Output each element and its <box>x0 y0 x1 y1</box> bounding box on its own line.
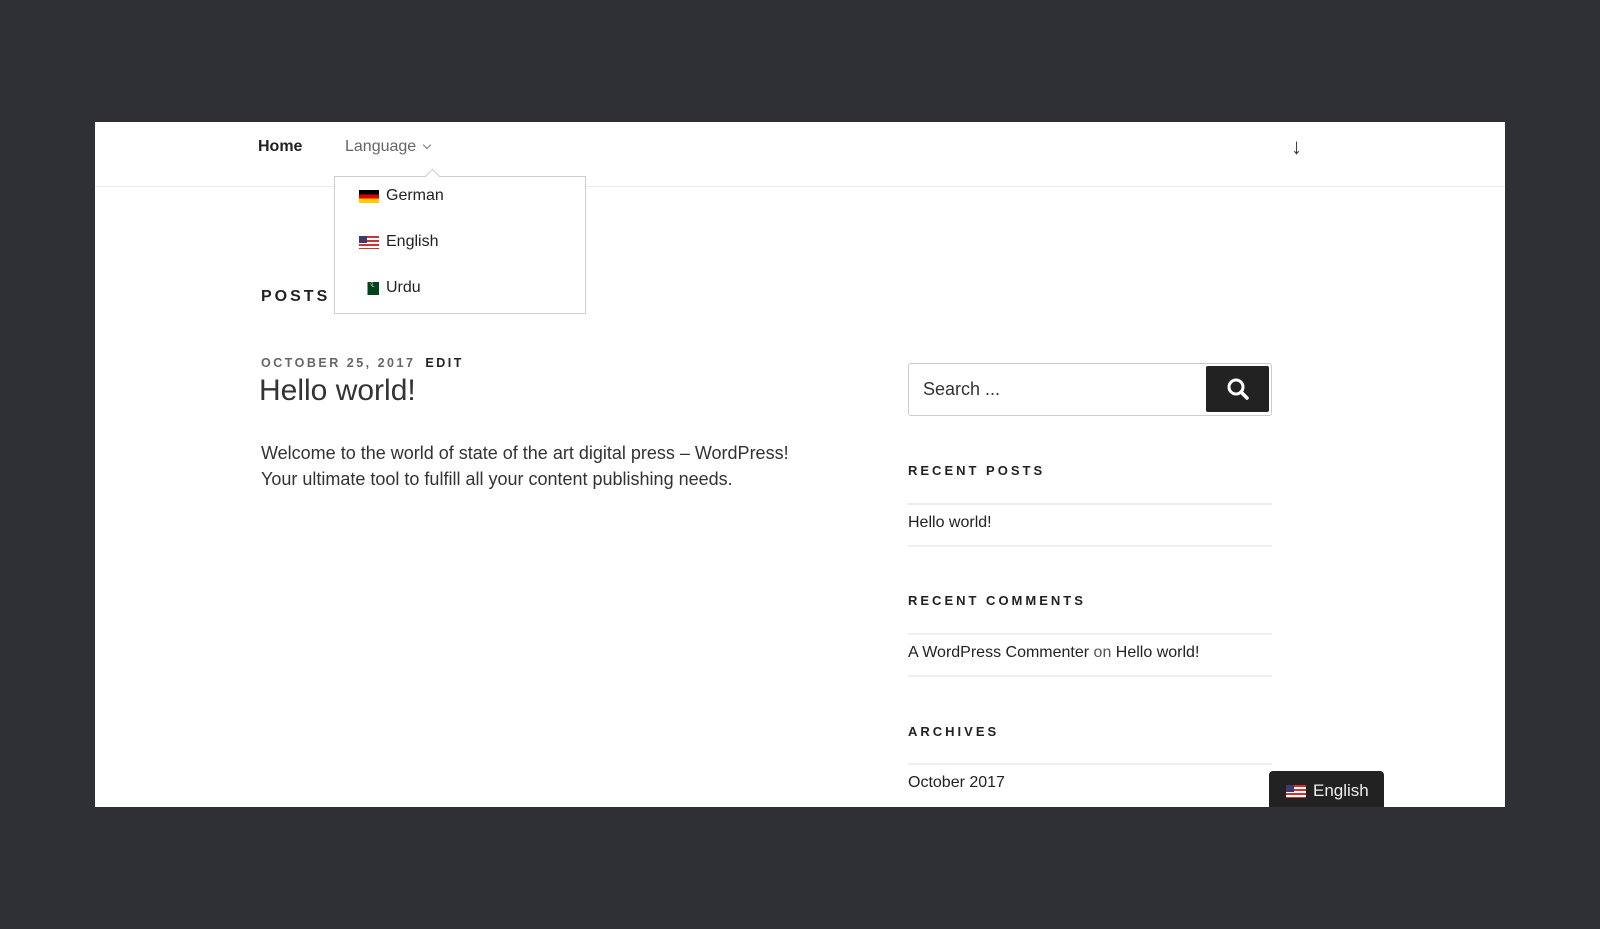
nav-language-label: Language <box>345 138 417 155</box>
recent-comments-title: RECENT COMMENTS <box>908 593 1086 608</box>
archive-link[interactable]: October 2017 <box>908 774 1005 792</box>
german-flag-icon <box>359 189 379 203</box>
search-form <box>908 363 1272 416</box>
search-icon <box>1227 378 1249 400</box>
option-label: Urdu <box>386 279 421 296</box>
post-meta: OCTOBER 25, 2017 EDIT <box>261 356 464 370</box>
post-content: Welcome to the world of state of the art… <box>261 440 861 492</box>
language-option-urdu[interactable]: Urdu <box>359 279 421 297</box>
top-navigation: Home Language ↓ <box>95 122 1505 187</box>
post-text: Welcome to the world of state of the art… <box>261 443 789 463</box>
language-option-german[interactable]: German <box>359 187 444 205</box>
option-label: English <box>386 233 439 250</box>
post-text: Your ultimate tool to fulfill all your c… <box>261 469 733 489</box>
post-title[interactable]: Hello world! <box>259 374 416 408</box>
nav-language[interactable]: Language <box>345 138 432 156</box>
page: Home Language ↓ German English Urdu POST… <box>95 122 1505 807</box>
search-input[interactable] <box>909 364 1199 414</box>
comment-post-link[interactable]: Hello world! <box>1116 644 1200 661</box>
divider <box>908 503 1272 505</box>
language-switcher-button[interactable]: English <box>1269 771 1384 807</box>
section-title: POSTS <box>261 288 331 305</box>
recent-post-link[interactable]: Hello world! <box>908 514 992 532</box>
chevron-down-icon <box>422 140 432 150</box>
divider <box>908 633 1272 635</box>
us-flag-icon <box>1286 784 1306 798</box>
post-date[interactable]: OCTOBER 25, 2017 <box>261 356 415 370</box>
archives-title: ARCHIVES <box>908 724 1000 739</box>
comment-on: on <box>1093 644 1112 661</box>
edit-link[interactable]: EDIT <box>425 356 463 370</box>
divider <box>908 675 1272 677</box>
arrow-down-icon[interactable]: ↓ <box>1291 134 1302 160</box>
option-label: German <box>386 187 444 204</box>
pakistan-flag-icon <box>364 279 379 295</box>
nav-home[interactable]: Home <box>258 138 302 156</box>
us-flag-icon <box>359 235 379 249</box>
recent-comment: A WordPress Commenter on Hello world! <box>908 644 1199 662</box>
comment-author-link[interactable]: A WordPress Commenter <box>908 644 1089 661</box>
recent-posts-title: RECENT POSTS <box>908 463 1046 478</box>
divider <box>908 545 1272 547</box>
language-switcher-label: English <box>1313 781 1369 800</box>
language-dropdown: German English Urdu <box>334 176 586 314</box>
search-button[interactable] <box>1206 366 1269 412</box>
divider <box>908 763 1272 765</box>
language-option-english[interactable]: English <box>359 233 438 251</box>
